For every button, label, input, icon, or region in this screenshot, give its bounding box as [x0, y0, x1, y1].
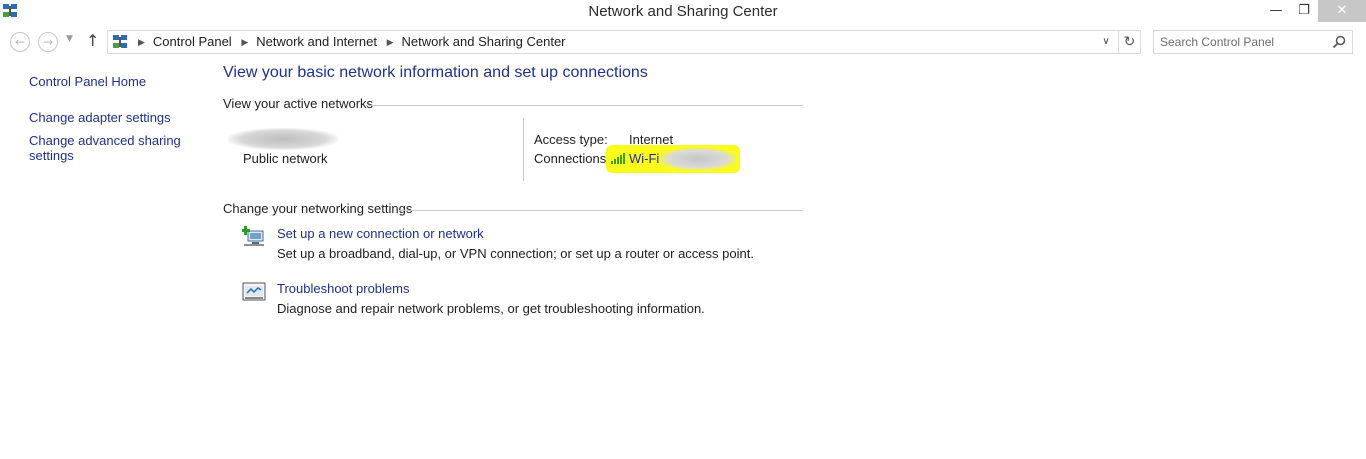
address-dropdown-button[interactable]: ∨ [1098, 33, 1114, 51]
forward-button[interactable]: → [38, 32, 58, 52]
refresh-button[interactable]: ↻ [1118, 31, 1140, 53]
maximize-button[interactable]: ❐ [1290, 0, 1318, 22]
network-category: Public network [243, 151, 328, 166]
setup-new-connection-description: Set up a broadband, dial-up, or VPN conn… [277, 246, 754, 261]
sidebar-link-change-advanced-sharing-settings[interactable]: Change advanced sharing settings [29, 133, 189, 163]
active-networks-heading: View your active networks [223, 96, 374, 111]
minimize-button[interactable]: — [1262, 0, 1290, 22]
chevron-right-icon[interactable]: ▶ [387, 37, 394, 47]
troubleshoot-problems-description: Diagnose and repair network problems, or… [277, 301, 705, 316]
vertical-divider [523, 118, 524, 181]
search-icon[interactable] [1332, 35, 1346, 49]
sidebar-link-control-panel-home[interactable]: Control Panel Home [29, 74, 146, 89]
address-bar[interactable]: ▶ Control Panel ▶ Network and Internet ▶ Ne… [107, 30, 1141, 54]
redacted-ssid [660, 148, 736, 170]
page-title: View your basic network information and … [223, 64, 648, 81]
back-button[interactable]: ← [10, 32, 30, 52]
close-button[interactable]: ✕ [1318, 0, 1366, 22]
title-bar: Network and Sharing Center — ❐ ✕ [0, 0, 1366, 26]
connections-label: Connections: [534, 151, 610, 166]
new-connection-icon[interactable] [242, 226, 266, 248]
window-title: Network and Sharing Center [588, 3, 778, 20]
chevron-right-icon[interactable]: ▶ [241, 37, 248, 47]
section-divider [366, 105, 803, 106]
breadcrumb-network-and-sharing-center[interactable]: Network and Sharing Center [401, 34, 565, 49]
navigation-bar: ← → ▼ ↑ ▶ Control Panel ▶ Network and Inte… [0, 28, 1366, 56]
up-button[interactable]: ↑ [86, 31, 99, 50]
wifi-connection-link[interactable]: Wi-Fi [629, 151, 659, 166]
troubleshoot-problems-link[interactable]: Troubleshoot problems [277, 281, 409, 296]
redacted-network-name [228, 128, 338, 150]
recent-locations-dropdown[interactable]: ▼ [66, 34, 73, 44]
networking-settings-heading: Change your networking settings [223, 201, 413, 216]
breadcrumb-network-and-internet[interactable]: Network and Internet [256, 34, 377, 49]
access-type-label: Access type: [534, 132, 608, 147]
search-input[interactable] [1154, 31, 1330, 53]
network-control-panel-icon [113, 35, 127, 48]
wifi-signal-icon[interactable] [611, 152, 625, 164]
search-box [1153, 30, 1353, 54]
chevron-right-icon[interactable]: ▶ [138, 37, 145, 47]
setup-new-connection-link[interactable]: Set up a new connection or network [277, 226, 484, 241]
sidebar-link-change-adapter-settings[interactable]: Change adapter settings [29, 110, 171, 125]
troubleshoot-icon[interactable] [242, 281, 266, 303]
section-divider [399, 210, 803, 211]
breadcrumb: ▶ Control Panel ▶ Network and Internet ▶ Ne… [132, 34, 566, 49]
breadcrumb-control-panel[interactable]: Control Panel [153, 34, 232, 49]
